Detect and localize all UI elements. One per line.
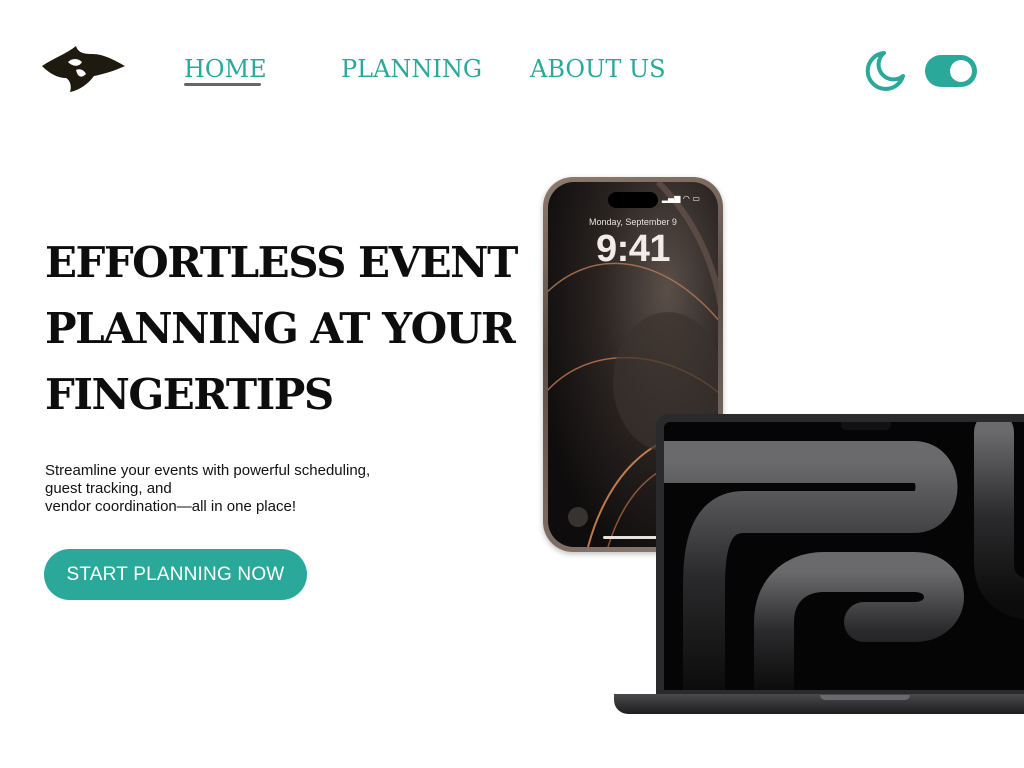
- hero-title-line: FINGERTIPS: [45, 370, 334, 419]
- hero-title: EFFORTLESS EVENT PLANNING AT YOUR FINGER…: [45, 230, 525, 428]
- phone-dynamic-island: [608, 192, 658, 208]
- phone-status-icons: ▂▄▆ ◠ ▭: [661, 194, 700, 203]
- laptop-wallpaper: [664, 422, 1024, 690]
- hero-description-line: Streamline your events with powerful sch…: [45, 462, 371, 479]
- hero-description-line: vendor coordination—all in one place!: [45, 498, 296, 515]
- theme-toggle[interactable]: [925, 55, 977, 87]
- moon-icon[interactable]: [860, 48, 908, 94]
- toggle-knob: [950, 60, 972, 82]
- brand-logo[interactable]: [40, 44, 126, 94]
- phone-date: Monday, September 9: [589, 217, 677, 227]
- hero-title-line: PLANNING AT YOUR: [45, 304, 516, 353]
- nav-about-us[interactable]: ABOUT US: [530, 54, 666, 84]
- laptop-notch: [841, 422, 891, 430]
- nav-home[interactable]: HOME: [184, 54, 267, 84]
- laptop-base: [614, 694, 1024, 714]
- laptop-mockup: [656, 414, 1024, 696]
- start-planning-button[interactable]: START PLANNING NOW: [44, 549, 307, 600]
- nav-planning[interactable]: PLANNING: [341, 54, 482, 84]
- phone-time: 9:41: [595, 228, 671, 270]
- phone-home-indicator: [603, 536, 663, 539]
- hero-description-line: guest tracking, and: [45, 480, 172, 497]
- hero-description: Streamline your events with powerful sch…: [45, 462, 465, 516]
- nav-active-underline: [184, 83, 261, 86]
- laptop-screen: [664, 422, 1024, 690]
- flashlight-icon: [568, 507, 588, 527]
- laptop-lip: [820, 695, 910, 700]
- hero-title-line: EFFORTLESS EVENT: [45, 238, 518, 287]
